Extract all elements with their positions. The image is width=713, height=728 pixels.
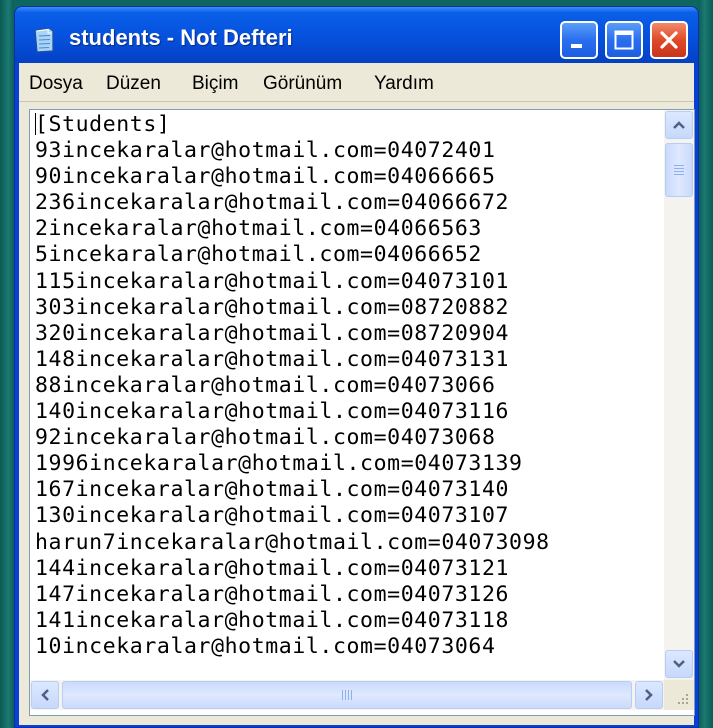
- close-icon: [660, 31, 678, 49]
- text-line: [Students]: [35, 112, 171, 137]
- text-line: 303incekaralar@hotmail.com=08720882: [35, 294, 510, 320]
- text-line: 147incekaralar@hotmail.com=04073126: [35, 581, 510, 607]
- text-line: 141incekaralar@hotmail.com=04073118: [35, 607, 510, 633]
- arrow-up-icon: [673, 121, 685, 129]
- maximize-icon: [614, 30, 634, 50]
- notepad-window: students - Not Defteri Dosya Düzen Biçim…: [14, 6, 699, 728]
- close-button[interactable]: [650, 21, 688, 59]
- arrow-left-icon: [41, 689, 49, 701]
- size-grip-icon[interactable]: [664, 680, 694, 710]
- arrow-down-icon: [673, 660, 685, 668]
- minimize-icon: [571, 44, 582, 48]
- menu-gorunum[interactable]: Görünüm: [263, 73, 342, 95]
- menu-dosya[interactable]: Dosya: [29, 73, 83, 95]
- text-line: 236incekaralar@hotmail.com=04066672: [35, 190, 510, 216]
- arrow-right-icon: [645, 689, 653, 701]
- scroll-down-button[interactable]: [665, 650, 693, 678]
- vertical-scroll-thumb[interactable]: [665, 143, 693, 197]
- text-line: harun7incekaralar@hotmail.com=04073098: [35, 529, 550, 555]
- text-line: 167incekaralar@hotmail.com=04073140: [35, 477, 510, 503]
- text-line: 90incekaralar@hotmail.com=04066665: [35, 164, 496, 190]
- document-text[interactable]: [Students] 93incekaralar@hotmail.com=040…: [35, 112, 657, 672]
- text-line: 92incekaralar@hotmail.com=04073068: [35, 425, 496, 451]
- desktop-background-right: [699, 0, 713, 728]
- text-line: 140incekaralar@hotmail.com=04073116: [35, 399, 510, 425]
- window-title: students - Not Defteri: [69, 25, 293, 50]
- minimize-button[interactable]: [560, 21, 598, 59]
- text-line: 88incekaralar@hotmail.com=04073066: [35, 372, 496, 398]
- menu-bar: Dosya Düzen Biçim Görünüm Yardım: [19, 63, 694, 102]
- text-line: 130incekaralar@hotmail.com=04073107: [35, 503, 510, 529]
- text-editor[interactable]: [Students] 93incekaralar@hotmail.com=040…: [29, 109, 695, 716]
- scroll-right-button[interactable]: [635, 681, 663, 709]
- horizontal-scrollbar[interactable]: [30, 680, 664, 710]
- text-line: 144incekaralar@hotmail.com=04073121: [35, 555, 510, 581]
- text-line: 10incekaralar@hotmail.com=04073064: [35, 633, 496, 659]
- horizontal-scroll-thumb[interactable]: [62, 681, 632, 709]
- scroll-up-button[interactable]: [665, 111, 693, 139]
- scroll-left-button[interactable]: [31, 681, 59, 709]
- menu-bicim[interactable]: Biçim: [192, 73, 238, 95]
- maximize-button[interactable]: [605, 21, 643, 59]
- text-line: 1996incekaralar@hotmail.com=04073139: [35, 451, 523, 477]
- text-line: 320incekaralar@hotmail.com=08720904: [35, 320, 510, 346]
- text-line: 5incekaralar@hotmail.com=04066652: [35, 242, 482, 268]
- desktop-background-left: [0, 0, 14, 728]
- text-line: 93incekaralar@hotmail.com=04072401: [35, 138, 496, 164]
- title-bar[interactable]: students - Not Defteri: [15, 7, 698, 63]
- text-line: 115incekaralar@hotmail.com=04073101: [35, 268, 510, 294]
- text-line: 148incekaralar@hotmail.com=04073131: [35, 346, 510, 372]
- client-area: Dosya Düzen Biçim Görünüm Yardım [Studen…: [19, 63, 695, 725]
- text-line: 2incekaralar@hotmail.com=04066563: [35, 216, 482, 242]
- notepad-icon[interactable]: [33, 27, 55, 53]
- menu-yardim[interactable]: Yardım: [374, 73, 434, 95]
- vertical-scrollbar[interactable]: [664, 110, 694, 680]
- menu-duzen[interactable]: Düzen: [106, 73, 161, 95]
